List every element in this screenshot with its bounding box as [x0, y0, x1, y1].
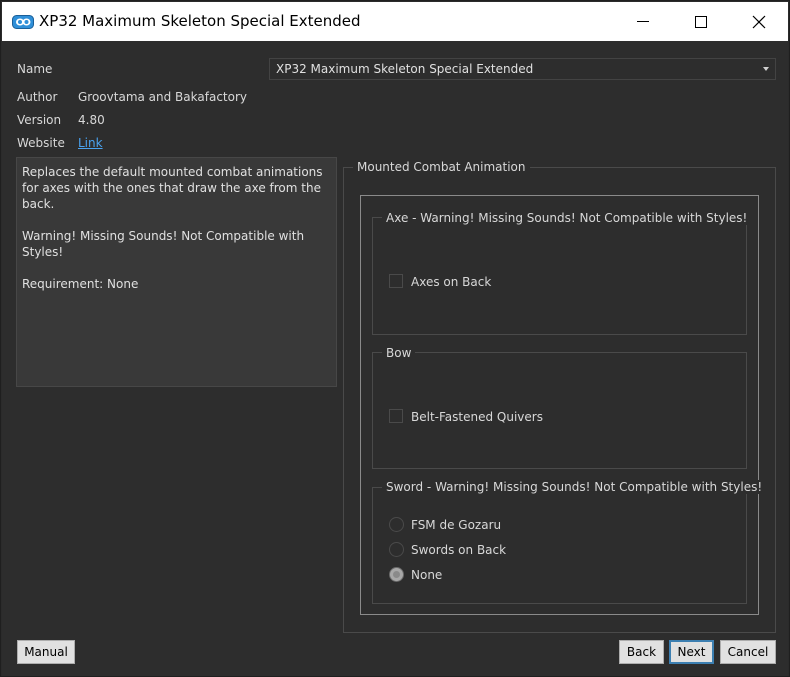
group-title: Mounted Combat Animation [353, 160, 530, 174]
chevron-down-icon [763, 67, 769, 71]
close-icon [752, 15, 766, 28]
axe-group-title: Axe - Warning! Missing Sounds! Not Compa… [382, 211, 752, 225]
author-value: Groovtama and Bakafactory [78, 90, 247, 104]
name-dropdown-value: XP32 Maximum Skeleton Special Extended [276, 62, 534, 76]
maximize-icon [695, 15, 707, 28]
installer-window: XP32 Maximum Skeleton Special Extended N… [0, 0, 790, 677]
maximize-button[interactable] [672, 2, 730, 41]
website-label: Website [17, 136, 65, 150]
description-text: Replaces the default mounted combat anim… [22, 165, 323, 211]
none-label[interactable]: None [411, 568, 442, 582]
close-button[interactable] [730, 2, 788, 41]
axes-on-back-checkbox[interactable] [389, 274, 403, 288]
fsm-de-gozaru-label[interactable]: FSM de Gozaru [411, 518, 501, 532]
none-radio[interactable] [389, 567, 404, 582]
next-button[interactable]: Next [669, 640, 714, 664]
window-title: XP32 Maximum Skeleton Special Extended [39, 12, 361, 30]
axes-on-back-label[interactable]: Axes on Back [411, 275, 491, 289]
fsm-de-gozaru-radio[interactable] [389, 517, 404, 532]
description-requirement: Requirement: None [22, 277, 139, 291]
title-bar[interactable]: XP32 Maximum Skeleton Special Extended [2, 2, 788, 41]
sword-group-title: Sword - Warning! Missing Sounds! Not Com… [382, 480, 767, 494]
manual-button[interactable]: Manual [17, 640, 75, 664]
bow-group-title: Bow [382, 346, 416, 360]
minimize-icon [637, 21, 649, 22]
version-value: 4.80 [78, 113, 105, 127]
description-box: Replaces the default mounted combat anim… [16, 157, 337, 387]
swords-on-back-radio[interactable] [389, 542, 404, 557]
name-dropdown[interactable]: XP32 Maximum Skeleton Special Extended [269, 58, 776, 80]
minimize-button[interactable] [614, 2, 672, 41]
version-label: Version [17, 113, 62, 127]
belt-fastened-quivers-checkbox[interactable] [389, 409, 403, 423]
cancel-button[interactable]: Cancel [720, 640, 776, 664]
name-label: Name [17, 62, 53, 76]
description-warning: Warning! Missing Sounds! Not Compatible … [22, 229, 305, 259]
belt-fastened-quivers-label[interactable]: Belt-Fastened Quivers [411, 410, 543, 424]
back-button[interactable]: Back [619, 640, 664, 664]
app-logo-icon [12, 15, 34, 29]
website-link[interactable]: Link [78, 136, 103, 150]
swords-on-back-label[interactable]: Swords on Back [411, 543, 506, 557]
author-label: Author [17, 90, 58, 104]
